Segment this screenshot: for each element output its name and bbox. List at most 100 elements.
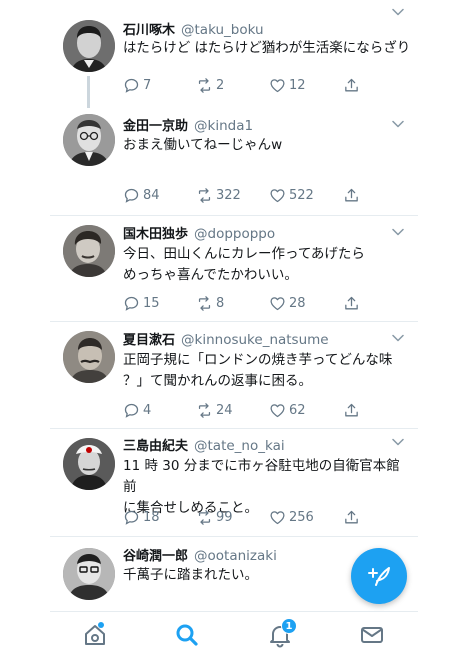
tweet-4[interactable]: 夏目漱石 @kinnosuke_natsume 正岡子規に「ロンドンの焼き芋ってど… [50,322,418,429]
display-name[interactable]: 国木田独歩 [123,227,188,242]
reply-count: 18 [143,509,160,525]
reply-button[interactable]: 18 [123,508,160,526]
user-handle[interactable]: @kinnosuke_natsume [181,332,329,348]
share-icon [343,187,360,204]
tweet-text: はたらけど はたらけど猶わが生活楽にならざり [123,40,411,56]
like-button[interactable]: 62 [269,401,306,419]
tweet-header: 夏目漱石 @kinnosuke_natsume [123,332,329,349]
thread-connector [87,76,90,108]
tweet-text: おまえ働いてねーじゃんw [123,137,283,153]
display-name[interactable]: 谷崎潤一郎 [123,549,188,564]
retweet-button[interactable]: 24 [196,401,233,419]
tweet-header: 石川啄木 @taku_boku [123,22,264,39]
tweet-actions: 18 99 256 [123,508,373,526]
tweet-text-line: 正岡子規に「ロンドンの焼き芋ってどんな味 [123,352,393,368]
heart-icon [269,402,286,419]
retweet-button[interactable]: 2 [196,76,224,94]
retweet-icon [196,402,213,419]
display-name[interactable]: 夏目漱石 [123,333,175,348]
reply-button[interactable]: 15 [123,294,160,312]
tweet-actions: 15 8 28 [123,294,373,312]
share-button[interactable] [343,294,363,312]
avatar[interactable] [63,331,115,383]
user-handle[interactable]: @kinda1 [194,118,253,134]
user-handle[interactable]: @tate_no_kai [194,438,285,454]
retweet-icon [196,77,213,94]
retweet-icon [196,295,213,312]
share-button[interactable] [343,186,363,204]
like-count: 12 [289,77,306,93]
retweet-count: 322 [216,187,241,203]
tweet-text-line: ？」て聞かれんの返事に困る。 [123,373,312,389]
avatar[interactable] [63,20,115,72]
like-count: 522 [289,187,314,203]
reply-icon [123,509,140,526]
chevron-down-icon[interactable] [392,8,404,16]
tweet-text: 正岡子規に「ロンドンの焼き芋ってどんな味 ？」て聞かれんの返事に困る。 [123,350,413,392]
user-handle[interactable]: @taku_boku [181,22,264,38]
heart-icon [269,509,286,526]
retweet-count: 99 [216,509,233,525]
like-button[interactable]: 522 [269,186,314,204]
chevron-down-icon[interactable] [392,334,404,342]
display-name[interactable]: 金田一京助 [123,119,188,134]
like-count: 256 [289,509,314,525]
user-handle[interactable]: @ootanizaki [194,548,277,564]
tweet-1[interactable]: 石川啄木 @taku_boku はたらけど はたらけど猶わが生活楽にならざり 7 … [50,0,418,108]
tweet-text: 今日、田山くんにカレー作ってあげたら めっちゃ喜んでたかわいい。 [123,244,413,286]
tweet-2[interactable]: 金田一京助 @kinda1 おまえ働いてねーじゃんw 84 322 522 [50,107,418,216]
avatar[interactable] [63,438,115,490]
tweet-actions: 4 24 62 [123,401,373,419]
like-count: 62 [289,402,306,418]
tab-search[interactable] [174,622,200,648]
reply-button[interactable]: 84 [123,186,160,204]
reply-icon [123,295,140,312]
avatar[interactable] [63,548,115,600]
tweet-text-line: めっちゃ喜んでたかわいい。 [123,267,298,283]
reply-count: 7 [143,77,152,93]
tweet-header: 谷崎潤一郎 @ootanizaki [123,548,277,565]
tweet-header: 金田一京助 @kinda1 [123,118,253,135]
tweet-5[interactable]: 三島由紀夫 @tate_no_kai 11 時 30 分までに市ヶ谷駐屯地の自衛官… [50,429,418,537]
share-icon [343,402,360,419]
tab-notifications[interactable]: 1 [267,618,297,648]
share-icon [343,295,360,312]
share-button[interactable] [343,401,363,419]
retweet-button[interactable]: 8 [196,294,224,312]
chevron-down-icon[interactable] [392,120,404,128]
bottom-tab-bar: 1 [50,611,418,659]
tab-home[interactable] [82,622,108,648]
tweet-actions: 84 322 522 [123,186,373,204]
display-name[interactable]: 石川啄木 [123,23,175,38]
display-name[interactable]: 三島由紀夫 [123,439,188,454]
share-button[interactable] [343,508,363,526]
like-button[interactable]: 256 [269,508,314,526]
tab-messages[interactable] [359,622,385,648]
reply-button[interactable]: 7 [123,76,151,94]
heart-icon [269,295,286,312]
chevron-down-icon[interactable] [392,438,404,446]
avatar[interactable] [63,225,115,277]
heart-icon [269,187,286,204]
like-count: 28 [289,295,306,311]
timeline-feed[interactable]: 石川啄木 @taku_boku はたらけど はたらけど猶わが生活楽にならざり 7 … [50,0,418,611]
retweet-button[interactable]: 99 [196,508,233,526]
notifications-badge: 1 [281,618,297,634]
tweet-3[interactable]: 国木田独歩 @doppoppo 今日、田山くんにカレー作ってあげたら めっちゃ喜ん… [50,216,418,322]
reply-icon [123,402,140,419]
share-icon [343,77,360,94]
retweet-icon [196,187,213,204]
share-button[interactable] [343,76,363,94]
chevron-down-icon[interactable] [392,228,404,236]
reply-count: 84 [143,187,160,203]
like-button[interactable]: 28 [269,294,306,312]
tweet-actions: 7 2 12 [123,76,373,94]
like-button[interactable]: 12 [269,76,306,94]
compose-tweet-button[interactable] [351,548,407,604]
tweet-text-line: 今日、田山くんにカレー作ってあげたら [123,246,365,262]
retweet-button[interactable]: 322 [196,186,241,204]
tweet-text-line: 11 時 30 分までに市ヶ谷駐屯地の自衛官本館前 [123,458,400,495]
avatar[interactable] [63,114,115,166]
reply-button[interactable]: 4 [123,401,151,419]
user-handle[interactable]: @doppoppo [194,226,275,242]
